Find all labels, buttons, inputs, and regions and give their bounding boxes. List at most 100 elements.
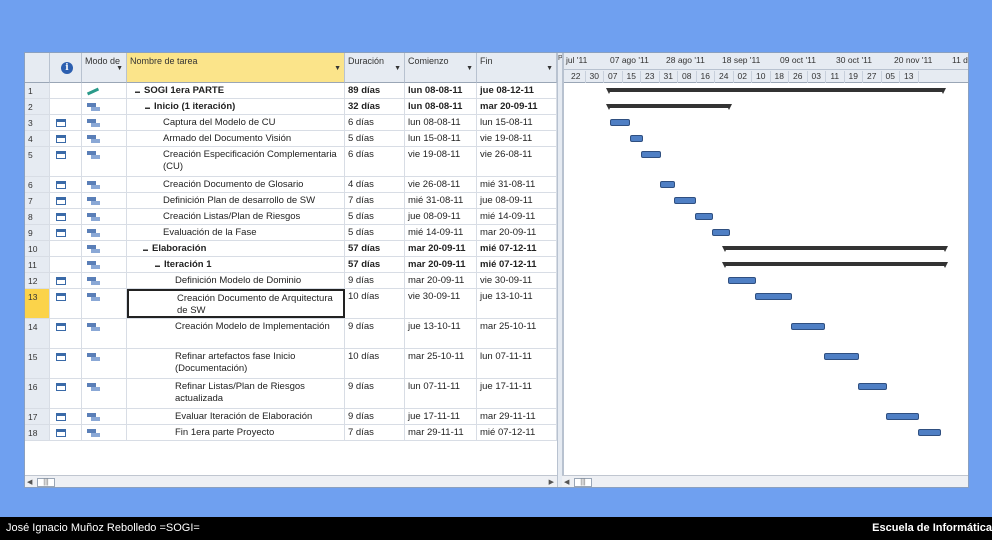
task-bar[interactable] bbox=[728, 277, 756, 284]
row-id[interactable]: 4 bbox=[25, 131, 50, 146]
summary-bar[interactable] bbox=[606, 104, 732, 110]
table-row[interactable]: 6 Creación Documento de Glosario 4 días vie… bbox=[25, 177, 557, 193]
scroll-right-icon[interactable]: ▶ bbox=[549, 478, 554, 486]
end-cell[interactable]: mié 07-12-11 bbox=[477, 425, 557, 440]
end-cell[interactable]: mar 29-11-11 bbox=[477, 409, 557, 424]
row-id[interactable]: 5 bbox=[25, 147, 50, 176]
scroll-thumb[interactable]: ||| bbox=[574, 478, 592, 487]
task-name-cell[interactable]: Creación Modelo de Implementación bbox=[127, 319, 345, 348]
task-mode-cell[interactable] bbox=[82, 209, 127, 224]
duration-column-header[interactable]: Duración ▼ bbox=[345, 53, 405, 83]
task-name-cell[interactable]: Creación Documento de Glosario bbox=[127, 177, 345, 192]
table-row[interactable]: 11 ▬ Iteración 1 57 días mar 20-09-11 mié 07-… bbox=[25, 257, 557, 273]
end-cell[interactable]: vie 19-08-11 bbox=[477, 131, 557, 146]
start-cell[interactable]: lun 08-08-11 bbox=[405, 99, 477, 114]
duration-cell[interactable]: 7 días bbox=[345, 193, 405, 208]
indicators-cell[interactable] bbox=[50, 289, 82, 318]
dropdown-arrow-icon[interactable]: ▼ bbox=[466, 64, 473, 74]
task-name-cell[interactable]: Refinar artefactos fase Inicio (Document… bbox=[127, 349, 345, 378]
task-name-cell[interactable]: Evaluar Iteración de Elaboración bbox=[127, 409, 345, 424]
mode-column-header[interactable]: Modo de ▼ bbox=[82, 53, 127, 83]
duration-cell[interactable]: 57 días bbox=[345, 241, 405, 256]
task-mode-cell[interactable] bbox=[82, 193, 127, 208]
table-row[interactable]: 10 ▬ Elaboración 57 días mar 20-09-11 mié 07-… bbox=[25, 241, 557, 257]
indicators-cell[interactable] bbox=[50, 409, 82, 424]
end-cell[interactable]: vie 26-08-11 bbox=[477, 147, 557, 176]
row-id[interactable]: 9 bbox=[25, 225, 50, 240]
row-id[interactable]: 7 bbox=[25, 193, 50, 208]
row-id[interactable]: 12 bbox=[25, 273, 50, 288]
task-name-cell[interactable]: Fin 1era parte Proyecto bbox=[127, 425, 345, 440]
row-id[interactable]: 10 bbox=[25, 241, 50, 256]
task-mode-cell[interactable] bbox=[82, 257, 127, 272]
task-mode-cell[interactable] bbox=[82, 225, 127, 240]
table-row[interactable]: 13 Creación Documento de Arquitectura de … bbox=[25, 289, 557, 319]
task-mode-cell[interactable] bbox=[82, 147, 127, 176]
start-cell[interactable]: lun 15-08-11 bbox=[405, 131, 477, 146]
dropdown-arrow-icon[interactable]: ▼ bbox=[394, 64, 401, 74]
end-cell[interactable]: jue 08-09-11 bbox=[477, 193, 557, 208]
duration-cell[interactable]: 10 días bbox=[345, 289, 405, 318]
indicators-cell[interactable] bbox=[50, 241, 82, 256]
table-row[interactable]: 1 ▬ SOGI 1era PARTE 89 días lun 08-08-11 jue … bbox=[25, 83, 557, 99]
table-row[interactable]: 12 Definición Modelo de Dominio 9 días mar … bbox=[25, 273, 557, 289]
start-cell[interactable]: jue 13-10-11 bbox=[405, 319, 477, 348]
indicators-cell[interactable] bbox=[50, 379, 82, 408]
start-cell[interactable]: lun 07-11-11 bbox=[405, 379, 477, 408]
summary-bar[interactable] bbox=[606, 88, 946, 94]
task-bar[interactable] bbox=[630, 135, 643, 142]
task-name-cell[interactable]: Definición Plan de desarrollo de SW bbox=[127, 193, 345, 208]
row-id[interactable]: 2 bbox=[25, 99, 50, 114]
start-cell[interactable]: mar 20-09-11 bbox=[405, 241, 477, 256]
end-cell[interactable]: jue 08-12-11 bbox=[477, 83, 557, 98]
duration-cell[interactable]: 9 días bbox=[345, 409, 405, 424]
task-bar[interactable] bbox=[918, 429, 941, 436]
scroll-thumb[interactable]: ||| bbox=[37, 478, 55, 487]
task-bar[interactable] bbox=[695, 213, 713, 220]
task-name-cell[interactable]: ▬ SOGI 1era PARTE bbox=[127, 83, 345, 98]
task-bar[interactable] bbox=[610, 119, 630, 126]
start-cell[interactable]: lun 08-08-11 bbox=[405, 83, 477, 98]
start-cell[interactable]: mar 29-11-11 bbox=[405, 425, 477, 440]
task-name-cell[interactable]: ▬ Iteración 1 bbox=[127, 257, 345, 272]
indicators-cell[interactable] bbox=[50, 257, 82, 272]
task-name-cell[interactable]: Creación Listas/Plan de Riesgos bbox=[127, 209, 345, 224]
collapse-icon[interactable]: ▬ bbox=[145, 105, 150, 111]
end-cell[interactable]: jue 17-11-11 bbox=[477, 379, 557, 408]
task-bar[interactable] bbox=[755, 293, 792, 300]
duration-cell[interactable]: 4 días bbox=[345, 177, 405, 192]
task-bar[interactable] bbox=[641, 151, 661, 158]
row-id[interactable]: 1 bbox=[25, 83, 50, 98]
duration-cell[interactable]: 9 días bbox=[345, 273, 405, 288]
task-mode-cell[interactable] bbox=[82, 83, 127, 98]
indicators-cell[interactable] bbox=[50, 273, 82, 288]
indicators-cell[interactable] bbox=[50, 193, 82, 208]
duration-cell[interactable]: 57 días bbox=[345, 257, 405, 272]
duration-cell[interactable]: 32 días bbox=[345, 99, 405, 114]
indicators-cell[interactable] bbox=[50, 115, 82, 130]
task-bar[interactable] bbox=[712, 229, 730, 236]
table-row[interactable]: 3 Captura del Modelo de CU 6 días lun 08-08… bbox=[25, 115, 557, 131]
indicators-cell[interactable] bbox=[50, 319, 82, 348]
end-cell[interactable]: mar 25-10-11 bbox=[477, 319, 557, 348]
duration-cell[interactable]: 5 días bbox=[345, 131, 405, 146]
start-cell[interactable]: jue 08-09-11 bbox=[405, 209, 477, 224]
task-mode-cell[interactable] bbox=[82, 409, 127, 424]
task-name-cell[interactable]: Evaluación de la Fase bbox=[127, 225, 345, 240]
dropdown-arrow-icon[interactable]: ▼ bbox=[546, 64, 553, 74]
start-cell[interactable]: mar 20-09-11 bbox=[405, 257, 477, 272]
start-cell[interactable]: vie 19-08-11 bbox=[405, 147, 477, 176]
dropdown-arrow-icon[interactable]: ▼ bbox=[116, 64, 123, 74]
row-id[interactable]: 16 bbox=[25, 379, 50, 408]
task-name-cell[interactable]: ▬ Elaboración bbox=[127, 241, 345, 256]
indicators-cell[interactable] bbox=[50, 83, 82, 98]
dropdown-arrow-icon[interactable]: ▼ bbox=[334, 64, 341, 74]
table-row[interactable]: 2 ▬ Inicio (1 iteración) 32 días lun 08-08-1… bbox=[25, 99, 557, 115]
task-bar[interactable] bbox=[858, 383, 887, 390]
collapse-icon[interactable]: ▬ bbox=[143, 247, 148, 253]
table-row[interactable]: 4 Armado del Documento Visión 5 días lun 15… bbox=[25, 131, 557, 147]
row-id[interactable]: 13 bbox=[25, 289, 50, 318]
end-cell[interactable]: mié 14-09-11 bbox=[477, 209, 557, 224]
task-mode-cell[interactable] bbox=[82, 349, 127, 378]
row-id[interactable]: 3 bbox=[25, 115, 50, 130]
